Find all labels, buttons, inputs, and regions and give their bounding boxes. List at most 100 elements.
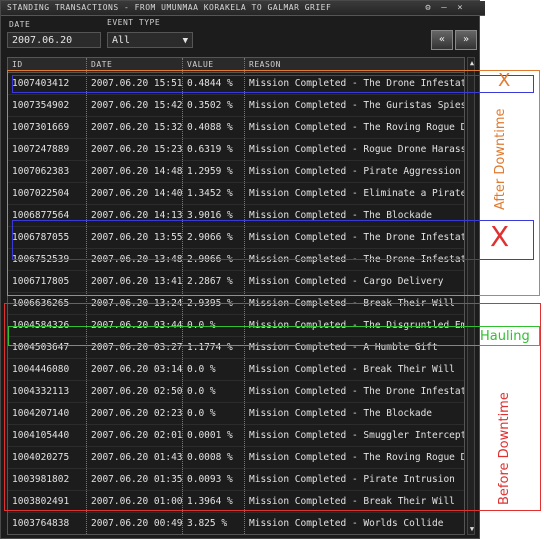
prev-page-button[interactable]: «: [431, 30, 453, 50]
cell-reason: Mission Completed - The Drone Infestatio…: [244, 249, 464, 270]
cell-value: 3.9016 %: [182, 205, 244, 226]
cell-date: 2007.06.20 13:48: [86, 249, 182, 270]
cell-id: 1007403412: [12, 78, 70, 89]
cell-value: 2.9066 %: [182, 227, 244, 248]
table-row[interactable]: 1006877564 2007.06.20 14:13 3.9016 % Missio…: [8, 205, 464, 227]
table-row[interactable]: 1007354902 2007.06.20 15:42 0.3502 % Missio…: [8, 95, 464, 117]
cell-date: 2007.06.20 13:24: [86, 293, 182, 314]
cell-id: 1006717805: [12, 276, 70, 287]
hauling-label: Hauling: [480, 329, 530, 344]
cell-date: 2007.06.20 03:27: [86, 337, 182, 358]
cell-date: 2007.06.20 14:48: [86, 161, 182, 182]
scroll-down-icon[interactable]: ▼: [468, 525, 476, 533]
cell-date: 2007.06.20 14:13: [86, 205, 182, 226]
cell-date: 2007.06.20 15:51: [86, 73, 182, 94]
cell-date: 2007.06.20 01:00: [86, 491, 182, 512]
cell-reason: Mission Completed - The Disgruntled Empl…: [244, 315, 464, 336]
table-row[interactable]: 1004207140 2007.06.20 02:23 0.0 % Mission C…: [8, 403, 464, 425]
table-row[interactable]: 1004332113 2007.06.20 02:50 0.0 % Mission C…: [8, 381, 464, 403]
cell-date: 2007.06.20 03:14: [86, 359, 182, 380]
cell-id: 1004584326: [12, 320, 70, 331]
table-row[interactable]: 1006752539 2007.06.20 13:48 2.9066 % Missio…: [8, 249, 464, 271]
table-row[interactable]: 1004503647 2007.06.20 03:27 1.1774 % Missio…: [8, 337, 464, 359]
standing-transactions-window: STANDING TRANSACTIONS - FROM UMUNMAA KOR…: [0, 0, 485, 539]
cell-value: 0.0 %: [182, 381, 244, 402]
cell-reason: Mission Completed - The Roving Rogue Dro…: [244, 447, 464, 468]
scrollbar[interactable]: ▲ ▼: [467, 57, 475, 535]
table-row[interactable]: 1007301669 2007.06.20 15:32 0.4088 % Missio…: [8, 117, 464, 139]
event-type-value: All: [112, 35, 131, 46]
cell-reason: Mission Completed - The Drone Infestatio…: [244, 73, 464, 94]
column-header-date[interactable]: DATE: [86, 58, 182, 72]
cell-date: 2007.06.20 15:32: [86, 117, 182, 138]
table-row[interactable]: 1007022504 2007.06.20 14:40 1.3452 % Missio…: [8, 183, 464, 205]
date-label: DATE: [9, 20, 31, 29]
date-field[interactable]: 2007.06.20: [7, 32, 101, 48]
table-row[interactable]: 1007062383 2007.06.20 14:48 1.2959 % Missio…: [8, 161, 464, 183]
after-downtime-label: After Downtime: [493, 108, 508, 210]
cell-id: 1006752539: [12, 254, 70, 265]
cell-id: 1003764838: [12, 518, 70, 529]
cell-id: 1007022504: [12, 188, 70, 199]
cell-reason: Mission Completed - Cargo Delivery: [244, 271, 464, 292]
column-header-value[interactable]: VALUE: [182, 58, 244, 72]
cell-value: 0.0 %: [182, 359, 244, 380]
cell-date: 2007.06.20 03:44: [86, 315, 182, 336]
cell-reason: Mission Completed - A Humble Gift: [244, 337, 464, 358]
cell-id: 1006636265: [12, 298, 70, 309]
cell-reason: Mission Completed - Pirate Intrusion: [244, 469, 464, 490]
cell-id: 1007301669: [12, 122, 70, 133]
before-downtime-label: Before Downtime: [497, 392, 512, 505]
cell-value: 2.9066 %: [182, 249, 244, 270]
table-row[interactable]: 1006636265 2007.06.20 13:24 2.9395 % Missio…: [8, 293, 464, 315]
cell-reason: Mission Completed - Pirate Aggression: [244, 161, 464, 182]
table-row[interactable]: 1007403412 2007.06.20 15:51 0.4844 % Missio…: [8, 73, 464, 95]
table-row[interactable]: 1004020275 2007.06.20 01:43 0.0008 % Missio…: [8, 447, 464, 469]
cell-reason: Mission Completed - Worlds Collide: [244, 513, 464, 534]
table-body: 1007403412 2007.06.20 15:51 0.4844 % Missio…: [8, 73, 464, 534]
table-row[interactable]: 1003802491 2007.06.20 01:00 1.3964 % Missio…: [8, 491, 464, 513]
cell-id: 1003981802: [12, 474, 70, 485]
minimize-icon[interactable]: –: [439, 3, 449, 13]
cell-value: 1.3964 %: [182, 491, 244, 512]
cell-value: 0.0008 %: [182, 447, 244, 468]
scroll-up-icon[interactable]: ▲: [468, 59, 476, 67]
cell-value: 0.0093 %: [182, 469, 244, 490]
event-type-label: EVENT TYPE: [107, 18, 161, 27]
column-header-id[interactable]: ID: [8, 58, 86, 72]
x-mark-bottom: X: [490, 220, 510, 253]
cell-value: 0.0 %: [182, 403, 244, 424]
table-row[interactable]: 1004584326 2007.06.20 03:44 0.0 % Mission C…: [8, 315, 464, 337]
event-type-select[interactable]: All ▼: [107, 32, 193, 48]
cell-id: 1007247889: [12, 144, 70, 155]
close-icon[interactable]: ×: [455, 3, 465, 13]
cell-id: 1007062383: [12, 166, 70, 177]
table-row[interactable]: 1007247889 2007.06.20 15:23 0.6319 % Missio…: [8, 139, 464, 161]
cell-id: 1004503647: [12, 342, 70, 353]
column-header-reason[interactable]: REASON: [244, 58, 464, 72]
cell-value: 3.825 %: [182, 513, 244, 534]
cell-reason: Mission Completed - The Guristas Spies: [244, 95, 464, 116]
config-icon[interactable]: ⚙: [423, 3, 433, 13]
cell-id: 1004446080: [12, 364, 70, 375]
cell-value: 1.3452 %: [182, 183, 244, 204]
cell-value: 0.4844 %: [182, 73, 244, 94]
cell-id: 1006787055: [12, 232, 70, 243]
table-row[interactable]: 1006717805 2007.06.20 13:41 2.2867 % Missio…: [8, 271, 464, 293]
next-page-button[interactable]: »: [455, 30, 477, 50]
table-row[interactable]: 1004446080 2007.06.20 03:14 0.0 % Mission C…: [8, 359, 464, 381]
cell-id: 1006877564: [12, 210, 70, 221]
table-row[interactable]: 1003981802 2007.06.20 01:35 0.0093 % Missio…: [8, 469, 464, 491]
table-row[interactable]: 1004105440 2007.06.20 02:01 0.0001 % Missio…: [8, 425, 464, 447]
cell-value: 0.0 %: [182, 315, 244, 336]
cell-reason: Mission Completed - Break Their Will: [244, 491, 464, 512]
table-row[interactable]: 1006787055 2007.06.20 13:55 2.9066 % Missio…: [8, 227, 464, 249]
cell-value: 0.3502 %: [182, 95, 244, 116]
table-row[interactable]: 1003764838 2007.06.20 00:49 3.825 % Mission…: [8, 513, 464, 534]
cell-id: 1004105440: [12, 430, 70, 441]
cell-reason: Mission Completed - The Blockade: [244, 403, 464, 424]
cell-reason: Mission Completed - Smuggler Interceptio…: [244, 425, 464, 446]
cell-date: 2007.06.20 15:23: [86, 139, 182, 160]
chevron-down-icon: ▼: [182, 36, 188, 46]
cell-date: 2007.06.20 01:43: [86, 447, 182, 468]
